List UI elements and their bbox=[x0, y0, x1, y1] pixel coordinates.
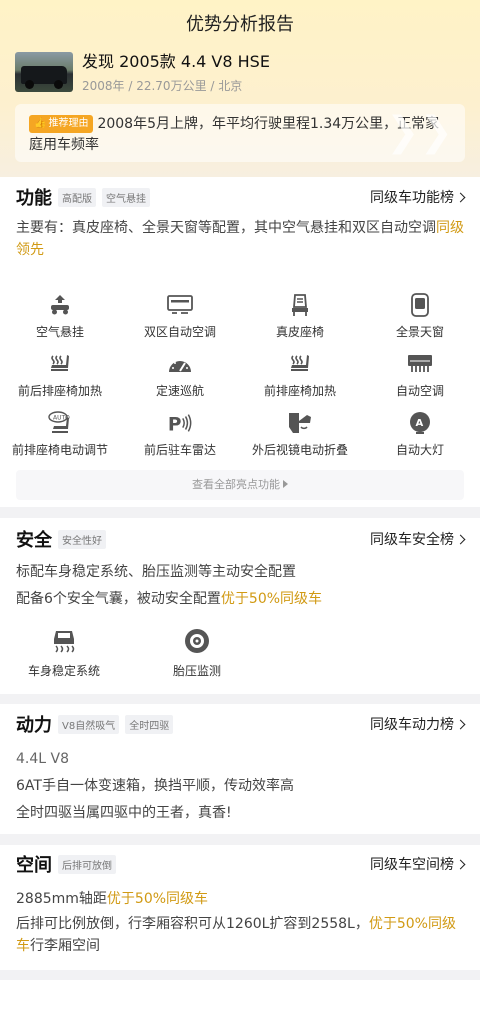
feature-item[interactable]: 双区自动空调 bbox=[120, 292, 240, 351]
quote-decoration-icon: ❯❯ bbox=[385, 109, 453, 155]
stability-control-icon bbox=[51, 628, 77, 654]
feature-item[interactable]: 真皮座椅 bbox=[240, 292, 360, 351]
car-summary[interactable]: 发现 2005款 4.4 V8 HSE 2008年 / 22.70万公里 / 北… bbox=[15, 52, 270, 94]
thumbs-up-icon: 👍 bbox=[34, 118, 47, 129]
power-line-3: 全时四驱当属四驱中的王者，真香! bbox=[16, 805, 232, 821]
auto-ac-icon bbox=[407, 351, 433, 377]
feature-item[interactable]: 胎压监测 bbox=[148, 628, 246, 679]
car-thumbnail bbox=[15, 52, 73, 92]
car-name: 发现 2005款 4.4 V8 HSE bbox=[82, 52, 270, 71]
space-line-2: 后排可比例放倒，行李厢容积可从1260L扩容到2558L，优于50%同级车行李厢… bbox=[16, 916, 456, 954]
function-desc: 主要有：真皮座椅、全景天窗等配置，其中空气悬挂和双区自动空调同级领先 bbox=[16, 220, 464, 258]
safety-tag: 安全性好 bbox=[58, 529, 106, 549]
feature-item[interactable]: 定速巡航 bbox=[120, 351, 240, 410]
svg-text:A: A bbox=[416, 418, 424, 429]
feature-item[interactable]: 前排座椅加热 bbox=[240, 351, 360, 410]
car-subtitle: 2008年 / 22.70万公里 / 北京 bbox=[82, 79, 243, 93]
tire-pressure-icon bbox=[184, 628, 210, 654]
page-title: 优势分析报告 bbox=[186, 14, 294, 35]
function-tag: 高配版 bbox=[58, 187, 96, 207]
safety-line-2: 配备6个安全气囊，被动安全配置优于50%同级车 bbox=[16, 591, 323, 607]
safety-feature-grid: 车身稳定系统 胎压监测 bbox=[0, 628, 480, 679]
safety-ranking-link[interactable]: 同级车安全榜 bbox=[370, 529, 466, 549]
power-card: 动力 V8自然吸气 全时四驱 同级车动力榜 4.4L V8 6AT手自一体变速箱… bbox=[0, 704, 480, 834]
feature-item[interactable]: 外后视镜电动折叠 bbox=[240, 410, 360, 469]
svg-text:P: P bbox=[168, 414, 182, 434]
leather-seat-icon bbox=[287, 292, 313, 318]
safety-line-1: 标配车身稳定系统、胎压监测等主动安全配置 bbox=[16, 564, 296, 580]
safety-title: 安全 bbox=[16, 530, 52, 551]
power-seat-icon: AUTO bbox=[47, 410, 73, 436]
feature-item[interactable]: 空气悬挂 bbox=[0, 292, 120, 351]
chevron-right-icon bbox=[455, 192, 466, 203]
space-ranking-link[interactable]: 同级车空间榜 bbox=[370, 854, 466, 874]
chevron-right-icon bbox=[455, 859, 466, 870]
parking-radar-icon: P bbox=[167, 410, 193, 436]
function-ranking-link[interactable]: 同级车功能榜 bbox=[370, 187, 466, 207]
dual-zone-ac-icon bbox=[167, 292, 193, 318]
power-title: 动力 bbox=[16, 715, 52, 736]
panoramic-sunroof-icon bbox=[407, 292, 433, 318]
view-all-features-button[interactable]: 查看全部亮点功能 bbox=[16, 470, 464, 500]
recommend-reason: 👍 推荐理由 2008年5月上牌，年平均行驶里程1.34万公里，正常家庭用车频率 ❯… bbox=[15, 104, 465, 162]
feature-item[interactable]: 全景天窗 bbox=[360, 292, 480, 351]
seat-heating-icon bbox=[287, 351, 313, 377]
function-card: 功能 高配版 空气悬挂 同级车功能榜 主要有：真皮座椅、全景天窗等配置，其中空气… bbox=[0, 177, 480, 507]
auto-headlight-icon: A bbox=[407, 410, 433, 436]
power-tag: 全时四驱 bbox=[125, 714, 174, 734]
power-ranking-link[interactable]: 同级车动力榜 bbox=[370, 714, 466, 734]
space-tag: 后排可放倒 bbox=[58, 854, 116, 874]
caret-right-icon bbox=[283, 480, 288, 488]
folding-mirror-icon bbox=[287, 410, 313, 436]
function-feature-grid: 空气悬挂 双区自动空调 真皮座椅 全景天窗 前后排座椅加热 定速巡航 前排座椅加… bbox=[0, 292, 480, 469]
chevron-right-icon bbox=[455, 534, 466, 545]
safety-card: 安全 安全性好 同级车安全榜 标配车身稳定系统、胎压监测等主动安全配置 配备6个… bbox=[0, 518, 480, 694]
function-title: 功能 bbox=[16, 188, 52, 209]
cruise-control-icon bbox=[167, 351, 193, 377]
function-tag: 空气悬挂 bbox=[102, 187, 150, 207]
chevron-right-icon bbox=[455, 719, 466, 730]
power-line-1: 4.4L V8 bbox=[16, 751, 69, 767]
feature-item[interactable]: 前后排座椅加热 bbox=[0, 351, 120, 410]
power-line-2: 6AT手自一体变速箱，换挡平顺，传动效率高 bbox=[16, 778, 294, 794]
power-tag: V8自然吸气 bbox=[58, 714, 120, 734]
air-suspension-icon bbox=[47, 292, 73, 318]
seat-heating-icon bbox=[47, 351, 73, 377]
recommend-badge: 👍 推荐理由 bbox=[29, 115, 94, 133]
feature-item[interactable]: A 自动大灯 bbox=[360, 410, 480, 469]
feature-item[interactable]: P 前后驻车雷达 bbox=[120, 410, 240, 469]
feature-item[interactable]: AUTO 前排座椅电动调节 bbox=[0, 410, 120, 469]
space-line-1: 2885mm轴距优于50%同级车 bbox=[16, 891, 209, 907]
space-card: 空间 后排可放倒 同级车空间榜 2885mm轴距优于50%同级车 后排可比例放倒… bbox=[0, 845, 480, 970]
feature-item[interactable]: 自动空调 bbox=[360, 351, 480, 410]
feature-item[interactable]: 车身稳定系统 bbox=[15, 628, 113, 679]
header-area: 优势分析报告 发现 2005款 4.4 V8 HSE 2008年 / 22.70… bbox=[0, 0, 480, 177]
bottom-area bbox=[0, 980, 480, 1013]
space-title: 空间 bbox=[16, 855, 52, 876]
